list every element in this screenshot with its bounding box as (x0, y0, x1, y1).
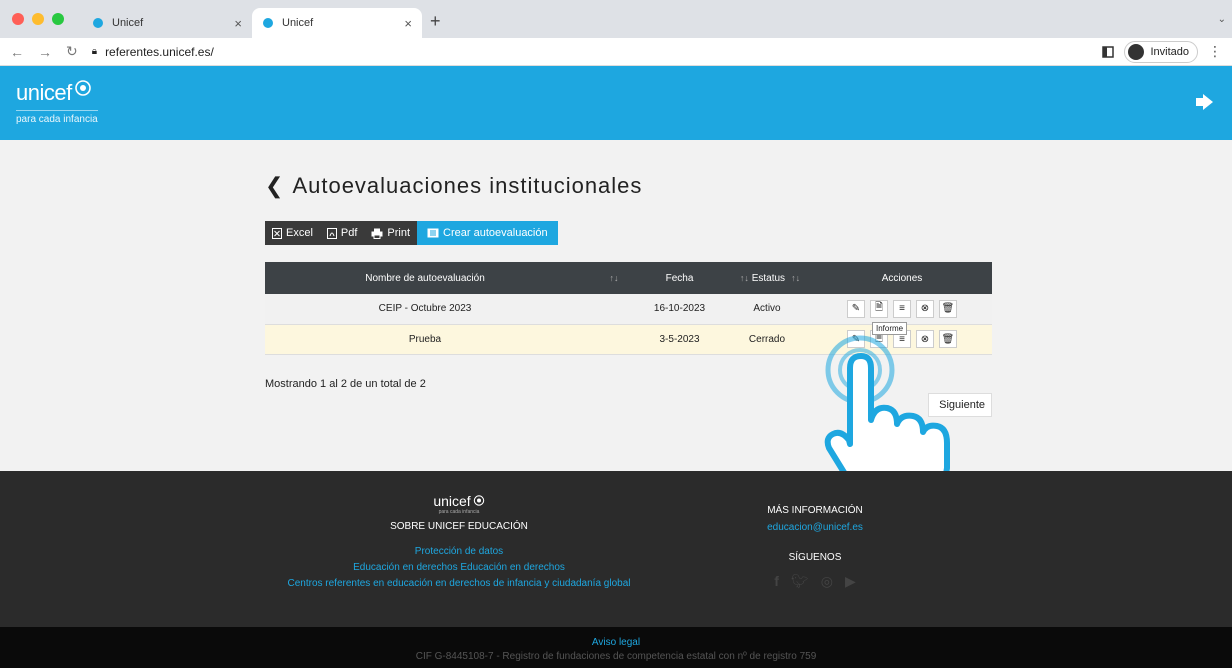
sort-name-icon[interactable]: ↑↓ (585, 262, 637, 294)
facebook-icon[interactable]: f (774, 573, 779, 590)
browser-menu-icon[interactable]: ⋮ (1208, 43, 1222, 60)
create-evaluation-button[interactable]: Crear autoevaluación (417, 221, 558, 245)
maximize-window-button[interactable] (52, 13, 64, 25)
print-label: Print (387, 227, 411, 239)
close-tab-icon[interactable]: × (234, 16, 242, 31)
youtube-icon[interactable]: ▶ (845, 573, 856, 590)
logout-icon[interactable] (1194, 92, 1216, 112)
pdf-file-icon (326, 227, 337, 239)
evaluation-name: CEIP - Octubre 2023 (265, 294, 585, 325)
evaluation-name: Prueba (265, 324, 585, 355)
logo-tagline: para cada infancia (16, 110, 98, 125)
page-title: ❮ Autoevaluaciones institucionales (265, 173, 642, 199)
pdf-button[interactable]: Pdf (319, 221, 365, 245)
export-toolbar: Excel Pdf Print Crear autoevaluación (265, 221, 558, 245)
evaluation-status: Cerrado (722, 324, 812, 355)
evaluation-status: Activo (722, 294, 812, 325)
profile-label: Invitado (1150, 45, 1189, 58)
excel-label: Excel (286, 227, 313, 239)
tab-title: Unicef (112, 17, 144, 29)
back-arrow-icon[interactable]: ← (10, 44, 24, 60)
footer-logo-tagline: para cada infancia (438, 509, 480, 515)
unicef-favicon-icon (263, 18, 273, 28)
site-header: unicef para cada infancia (0, 66, 1232, 140)
print-button[interactable]: Print (364, 221, 418, 245)
window-controls (12, 13, 64, 25)
footer-follow-heading: SÍGUENOS (788, 552, 842, 563)
profile-button[interactable]: Invitado (1124, 40, 1198, 63)
forward-arrow-icon[interactable]: → (38, 44, 52, 60)
report-file-icon[interactable]: 🗎︎ (870, 299, 888, 318)
column-header-actions: Acciones (812, 262, 992, 294)
legal-bar: Aviso legal CIF G-8445108-7 - Registro d… (0, 627, 1232, 668)
footer-link-education[interactable]: Educación en derechos Educación en derec… (270, 560, 648, 576)
list-icon[interactable]: ≡ (893, 299, 911, 318)
footer-link-centers[interactable]: Centros referentes en educación en derec… (270, 576, 648, 592)
column-header-status[interactable]: ↑↓ Estatus ↑↓ (722, 262, 812, 294)
unicef-emblem-icon (473, 495, 484, 506)
edit-pencil-icon[interactable]: ✎ (847, 299, 865, 318)
page-title-text: Autoevaluaciones institucionales (292, 173, 643, 198)
footer-more-heading: MÁS INFORMACIÓN (767, 505, 863, 516)
url-text: referentes.unicef.es/ (105, 44, 214, 59)
address-bar-row: ← → ↻ 🔒︎ referentes.unicef.es/ Invitado … (0, 38, 1232, 66)
column-header-date[interactable]: Fecha (637, 262, 722, 294)
browser-tab-strip: Unicef × Unicef × + ⌄ (0, 0, 1232, 38)
footer-logo: unicef (270, 493, 648, 509)
pdf-label: Pdf (340, 227, 358, 239)
url-field[interactable]: 🔒︎ referentes.unicef.es/ (92, 45, 214, 59)
excel-button[interactable]: Excel (265, 221, 320, 245)
sort-status-icon[interactable]: ↑↓ (791, 273, 800, 283)
unicef-emblem-icon (74, 80, 91, 96)
side-panel-icon[interactable] (1102, 45, 1115, 58)
table-row[interactable]: CEIP - Octubre 2023 16-10-2023 Activo ✎ … (265, 294, 992, 325)
footer-contact: MÁS INFORMACIÓN educacion@unicef.es SÍGU… (720, 505, 910, 590)
social-links: f 🐦︎ ◎ ▶ (720, 573, 910, 590)
close-window-button[interactable] (12, 13, 24, 25)
browser-tab-2[interactable]: Unicef × (252, 8, 422, 38)
address-bar-actions: Invitado ⋮ (1102, 40, 1222, 63)
reload-icon[interactable]: ↻ (66, 43, 78, 60)
list-alt-icon (427, 228, 439, 238)
close-circle-icon[interactable]: ⊗ (916, 299, 934, 318)
footer-email-link[interactable]: educacion@unicef.es (720, 520, 910, 536)
pagination-info: Mostrando 1 al 2 de un total de 2 (265, 378, 426, 390)
sort-date-icon[interactable]: ↑↓ (740, 273, 749, 283)
instagram-icon[interactable]: ◎ (821, 573, 833, 590)
footer-link-privacy[interactable]: Protección de datos (270, 544, 648, 560)
legal-notice-link[interactable]: Aviso legal (0, 637, 1232, 648)
trash-icon[interactable]: 🗑︎ (939, 299, 957, 318)
empty-cell (585, 324, 637, 355)
minimize-window-button[interactable] (32, 13, 44, 25)
create-evaluation-label: Crear autoevaluación (443, 227, 548, 239)
printer-icon (371, 228, 383, 239)
excel-file-icon (272, 227, 282, 239)
tab-title: Unicef (282, 17, 314, 29)
empty-cell (585, 294, 637, 325)
column-header-name[interactable]: Nombre de autoevaluación (265, 262, 585, 294)
unicef-logo[interactable]: unicef para cada infancia (16, 80, 98, 125)
lock-icon: 🔒︎ (91, 46, 98, 57)
footer-about: unicef para cada infancia SOBRE UNICEF E… (270, 493, 648, 592)
footer-about-heading: SOBRE UNICEF EDUCACIÓN (390, 521, 528, 532)
table-header-row: Nombre de autoevaluación ↑↓ Fecha ↑↓ Est… (265, 262, 992, 294)
browser-tab-1[interactable]: Unicef × (82, 8, 252, 38)
unicef-favicon-icon (93, 18, 103, 28)
registration-text: CIF G-8445108-7 - Registro de fundacione… (415, 651, 817, 662)
tab-list-chevron-icon[interactable]: ⌄ (1218, 14, 1226, 25)
twitter-icon[interactable]: 🐦︎ (791, 573, 809, 590)
new-tab-button[interactable]: + (430, 11, 441, 32)
evaluation-date: 3-5-2023 (637, 324, 722, 355)
close-tab-icon[interactable]: × (404, 16, 412, 31)
actions-cell: ✎ 🗎︎ ≡ ⊗ 🗑︎ (812, 294, 992, 325)
back-chevron-icon[interactable]: ❮ (265, 173, 284, 199)
evaluation-date: 16-10-2023 (637, 294, 722, 325)
avatar-icon (1128, 43, 1145, 60)
logo-wordmark: unicef (16, 80, 72, 105)
site-footer: unicef para cada infancia SOBRE UNICEF E… (0, 471, 1232, 627)
